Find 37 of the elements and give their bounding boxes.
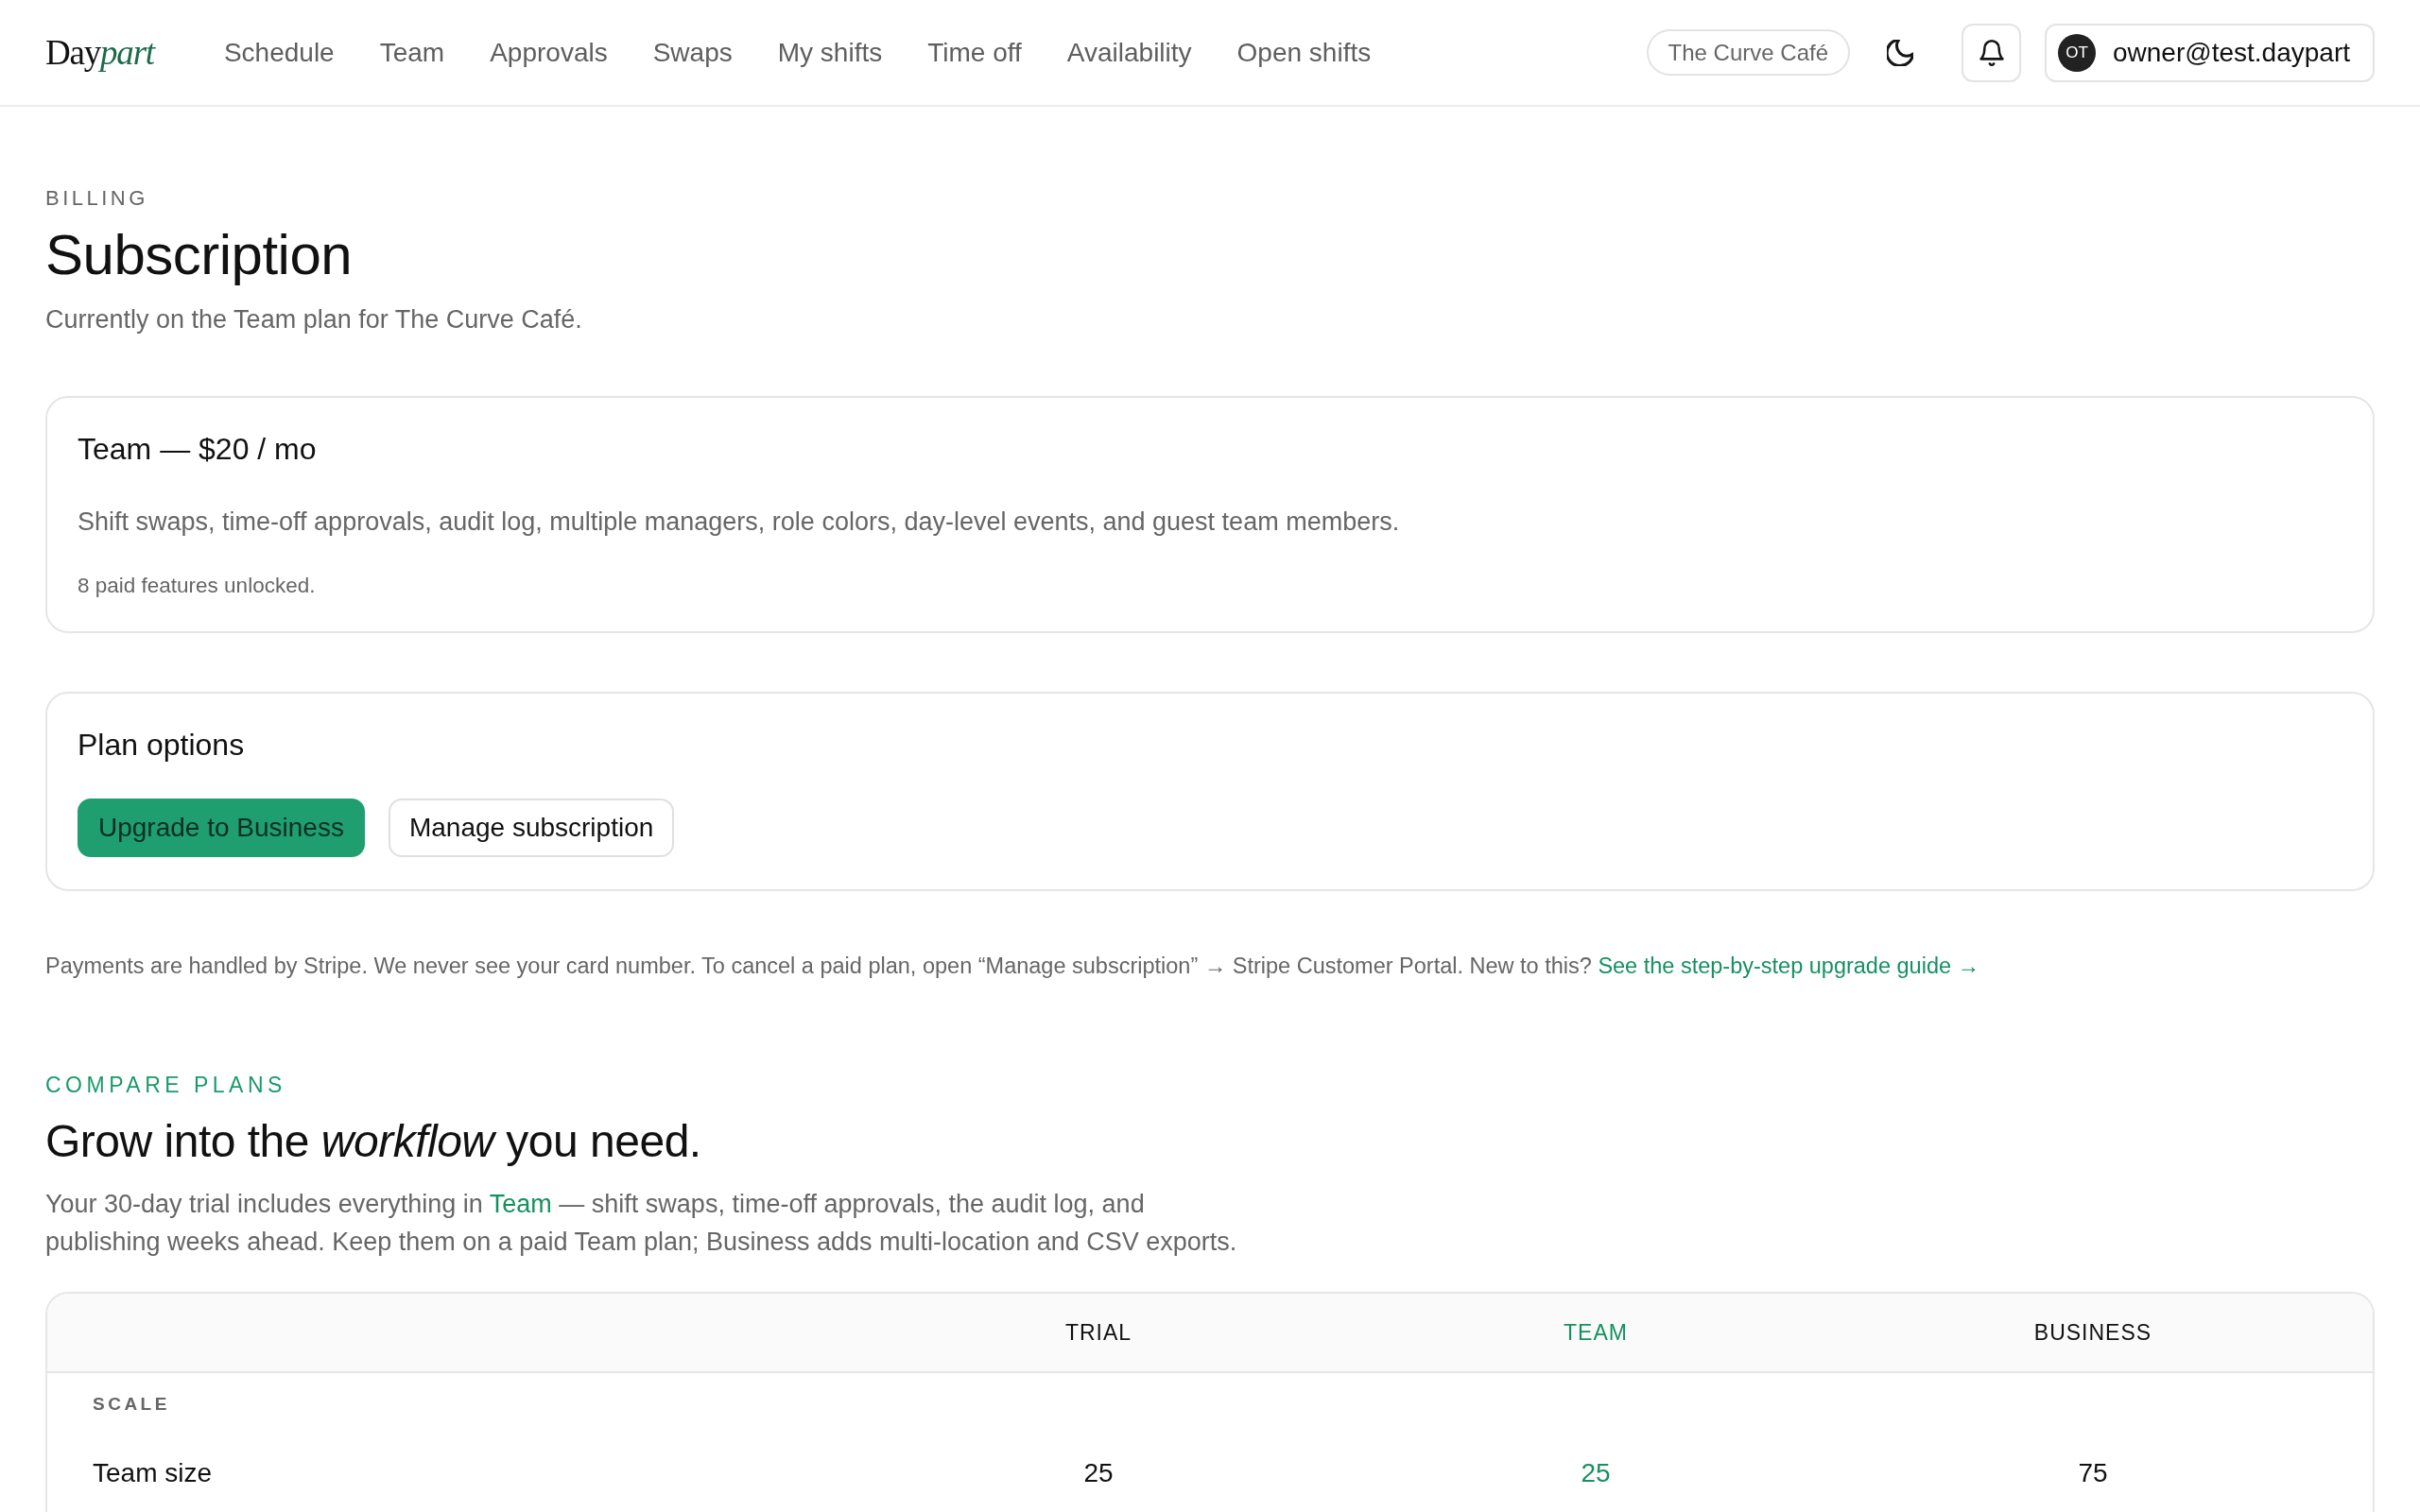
nav-link[interactable]: Team [379, 37, 445, 68]
account-button[interactable]: OT owner@test.daypart [2045, 23, 2375, 82]
page-subtitle: Currently on the Team plan for The Curve Café. [45, 304, 582, 335]
payment-note: Payments are handled by Stripe. We never see your card number. To cancel a paid plan, open “Manage subscription” → Stripe Customer Portal. New to this? See the step-by-step upgrade guide → [45, 953, 1980, 980]
section-eyebrow: BILLING [45, 186, 148, 211]
column-header: BUSINESS [2033, 1319, 2152, 1346]
features-note: 8 paid features unlocked. [78, 573, 316, 599]
nav-link[interactable]: Swaps [652, 37, 733, 68]
page-title: Subscription [45, 224, 353, 286]
secondary-action-button[interactable]: Manage subscription [388, 799, 675, 857]
section-heading: Grow into the workflow you need. [45, 1115, 701, 1168]
column-header: TEAM [1564, 1319, 1628, 1346]
primary-action-button[interactable]: Upgrade to Business [78, 799, 365, 857]
moon-icon[interactable] [1887, 39, 1913, 66]
nav-link[interactable]: Schedule [223, 37, 335, 68]
section-eyebrow: COMPARE PLANS [45, 1073, 286, 1097]
nav-link[interactable]: Availability [1066, 37, 1192, 68]
notifications-button[interactable] [1962, 23, 2021, 82]
column-header: TRIAL [1064, 1319, 1132, 1346]
row-label: Team size [93, 1457, 213, 1489]
upgrade-guide-link[interactable]: See the step-by-step upgrade guide → [1598, 954, 1980, 978]
card-title: Plan options [78, 727, 245, 764]
nav-link[interactable]: Time off [927, 37, 1022, 68]
logo[interactable]: Daypart [45, 32, 154, 73]
nav-link[interactable]: Approvals [490, 37, 608, 68]
table-cell-text: 75 [2078, 1457, 2108, 1489]
table-cell-text: 25 [1581, 1457, 1611, 1489]
plan-description: Shift swaps, time-off approvals, audit log, multiple managers, role colors, day-level events, and guest team members. [78, 507, 1400, 538]
location-button[interactable]: The Curve Café [1646, 29, 1850, 76]
table-cell-text: 25 [1083, 1457, 1114, 1489]
bell-icon [1979, 39, 2004, 66]
plan-title: Team — $20 / mo [78, 431, 317, 468]
section-label: SCALE [93, 1394, 170, 1415]
intro-paragraph: Your 30-day trial includes everything in Team — shift swaps, time-off approvals, the audit log, and publishing weeks ahead. Keep them on a paid Team plan; Business adds multi-location and CSV exports. [45, 1189, 1238, 1258]
nav-link[interactable]: My shifts [777, 37, 883, 68]
nav-link[interactable]: Open shifts [1236, 37, 1372, 68]
avatar: OT [2058, 33, 2096, 72]
